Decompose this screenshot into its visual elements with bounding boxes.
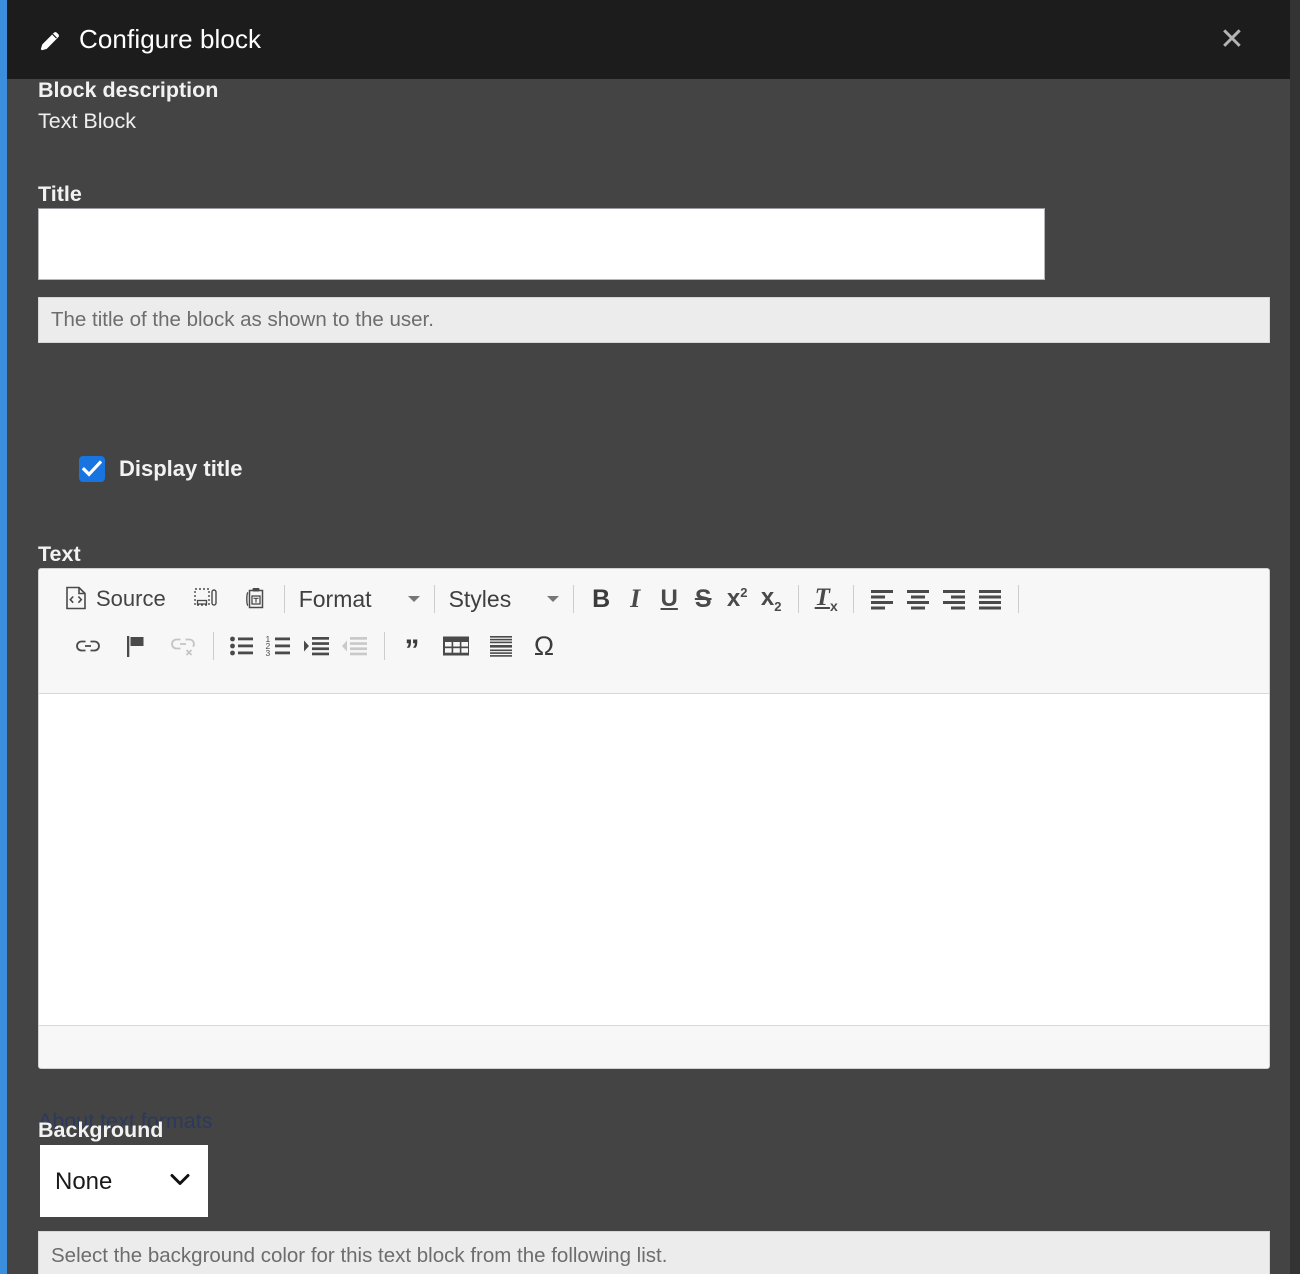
background-description: Select the background color for this tex… — [38, 1231, 1270, 1274]
display-title-checkbox[interactable] — [79, 456, 105, 482]
editor-toolbar-row-1: Source Format Styles B I U S x2 x2 Tx — [57, 575, 1251, 623]
anchor-flag-icon[interactable] — [119, 628, 153, 664]
block-description-value: Text Block — [38, 109, 136, 133]
chevron-down-icon — [547, 596, 560, 602]
blockquote-icon[interactable]: ” — [395, 628, 429, 667]
align-left-icon[interactable] — [864, 581, 900, 617]
toolbar-separator — [384, 632, 385, 660]
editor-footer-bar — [39, 1026, 1269, 1068]
paste-as-plain-text-icon[interactable] — [238, 581, 274, 617]
dialog-body: Block description Text Block Title The t… — [7, 78, 1290, 1274]
justify-icon[interactable] — [972, 581, 1008, 617]
close-icon[interactable]: ✕ — [1212, 20, 1252, 60]
link-icon[interactable] — [69, 628, 107, 664]
display-title-row[interactable]: Display title — [79, 456, 242, 482]
display-title-label: Display title — [119, 456, 243, 481]
right-edge-strip — [1290, 0, 1300, 1274]
styles-dropdown[interactable]: Styles — [445, 581, 564, 617]
title-input[interactable] — [38, 208, 1045, 280]
page-title: Configure block — [79, 24, 262, 54]
toolbar-separator — [1018, 585, 1020, 613]
left-accent-strip — [0, 0, 7, 1274]
toolbar-separator — [213, 632, 214, 660]
bulleted-list-icon[interactable] — [224, 628, 260, 664]
underline-button[interactable]: U — [652, 581, 686, 617]
italic-label: I — [630, 584, 641, 613]
horizontal-rule-icon[interactable] — [483, 628, 519, 664]
blockquote-label: ” — [404, 634, 420, 667]
dialog-header-left: Configure block — [7, 24, 261, 55]
block-description-label: Block description — [38, 78, 219, 102]
toolbar-separator — [283, 585, 285, 613]
title-description: The title of the block as shown to the u… — [38, 297, 1270, 343]
unlink-icon[interactable] — [165, 628, 203, 664]
superscript-label: x2 — [726, 585, 748, 612]
svg-text:3: 3 — [266, 648, 271, 657]
paste-from-word-icon[interactable] — [188, 581, 224, 617]
increase-indent-icon[interactable] — [298, 628, 336, 664]
pencil-icon — [37, 27, 63, 53]
omega-label: Ω — [533, 630, 555, 661]
editor-content-area[interactable] — [39, 693, 1269, 1026]
bold-label: B — [592, 584, 611, 613]
italic-button[interactable]: I — [618, 581, 652, 617]
editor-toolbar: Source Format Styles B I U S x2 x2 Tx 1 … — [39, 569, 1269, 673]
editor-toolbar-row-2: 123 ” Ω — [57, 623, 1251, 669]
strikethrough-button[interactable]: S — [686, 581, 720, 617]
format-dropdown-label: Format — [298, 585, 372, 612]
bold-button[interactable]: B — [584, 581, 618, 617]
chevron-down-icon — [407, 596, 420, 602]
numbered-list-icon[interactable]: 123 — [260, 628, 298, 664]
table-icon[interactable] — [437, 628, 475, 664]
strikethrough-label: S — [694, 584, 712, 613]
superscript-button[interactable]: x2 — [720, 581, 754, 617]
subscript-button[interactable]: x2 — [754, 581, 788, 617]
subscript-label: x2 — [760, 584, 782, 614]
align-center-icon[interactable] — [900, 581, 936, 617]
configure-block-dialog: Configure block ✕ Block description Text… — [0, 0, 1300, 1274]
dialog-header: Configure block ✕ — [7, 0, 1290, 79]
toolbar-separator — [853, 585, 855, 613]
remove-format-label: Tx — [814, 584, 838, 614]
source-button[interactable]: Source — [57, 581, 174, 617]
source-code-icon — [65, 586, 87, 613]
title-label: Title — [38, 182, 82, 206]
text-label: Text — [38, 542, 81, 566]
background-label: Background — [38, 1118, 164, 1142]
special-character-icon[interactable]: Ω — [527, 628, 561, 664]
background-select[interactable]: None — [40, 1145, 208, 1217]
rich-text-editor: Source Format Styles B I U S x2 x2 Tx 1 … — [38, 568, 1270, 1069]
remove-format-button[interactable]: Tx — [809, 581, 843, 617]
toolbar-separator — [798, 585, 800, 613]
styles-dropdown-label: Styles — [448, 585, 512, 612]
toolbar-separator — [573, 585, 575, 613]
format-dropdown[interactable]: Format — [295, 581, 424, 617]
toolbar-separator — [433, 585, 435, 613]
decrease-indent-icon[interactable] — [336, 628, 374, 664]
align-right-icon[interactable] — [936, 581, 972, 617]
underline-label: U — [660, 585, 678, 612]
source-button-label: Source — [96, 586, 166, 611]
